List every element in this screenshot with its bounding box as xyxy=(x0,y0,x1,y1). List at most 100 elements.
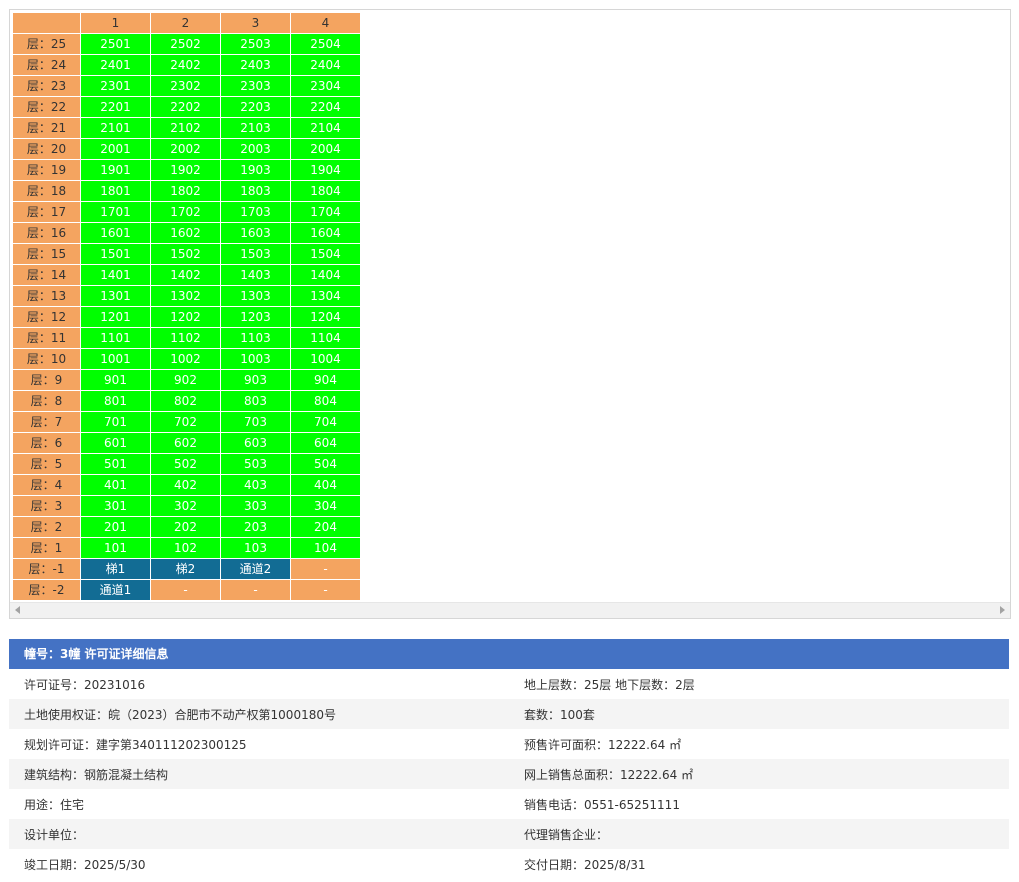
unit-cell[interactable]: 602 xyxy=(150,432,221,454)
unit-cell[interactable]: 204 xyxy=(290,516,361,538)
unit-cell[interactable]: 703 xyxy=(220,411,291,433)
unit-cell[interactable]: 401 xyxy=(80,474,151,496)
unit-cell[interactable]: 2001 xyxy=(80,138,151,160)
unit-cell[interactable]: 702 xyxy=(150,411,221,433)
unit-cell[interactable]: 通道1 xyxy=(80,579,151,601)
unit-cell[interactable]: 1603 xyxy=(220,222,291,244)
unit-cell[interactable]: 1102 xyxy=(150,327,221,349)
unit-cell[interactable]: 101 xyxy=(80,537,151,559)
unit-cell[interactable]: 1402 xyxy=(150,264,221,286)
unit-cell[interactable]: 604 xyxy=(290,432,361,454)
unit-cell[interactable]: 1801 xyxy=(80,180,151,202)
unit-cell[interactable]: 2501 xyxy=(80,33,151,55)
unit-cell[interactable]: 2401 xyxy=(80,54,151,76)
unit-cell[interactable]: 1604 xyxy=(290,222,361,244)
unit-cell[interactable]: 1701 xyxy=(80,201,151,223)
unit-cell[interactable]: 2502 xyxy=(150,33,221,55)
unit-cell[interactable]: 2004 xyxy=(290,138,361,160)
unit-cell[interactable]: 2102 xyxy=(150,117,221,139)
unit-cell[interactable]: 1403 xyxy=(220,264,291,286)
unit-cell[interactable]: 804 xyxy=(290,390,361,412)
unit-cell[interactable]: 2103 xyxy=(220,117,291,139)
unit-cell[interactable]: 802 xyxy=(150,390,221,412)
unit-cell[interactable]: 1003 xyxy=(220,348,291,370)
unit-cell[interactable]: 404 xyxy=(290,474,361,496)
unit-cell[interactable]: 403 xyxy=(220,474,291,496)
unit-cell[interactable]: 1902 xyxy=(150,159,221,181)
unit-cell[interactable]: 2204 xyxy=(290,96,361,118)
horizontal-scrollbar[interactable] xyxy=(10,602,1010,618)
unit-cell[interactable]: 1004 xyxy=(290,348,361,370)
unit-cell[interactable]: 2202 xyxy=(150,96,221,118)
unit-cell[interactable]: 701 xyxy=(80,411,151,433)
scroll-left-icon[interactable] xyxy=(15,606,20,614)
unit-cell[interactable]: 303 xyxy=(220,495,291,517)
unit-cell[interactable]: 503 xyxy=(220,453,291,475)
unit-cell[interactable]: 1101 xyxy=(80,327,151,349)
unit-cell[interactable]: 1804 xyxy=(290,180,361,202)
unit-cell[interactable]: 603 xyxy=(220,432,291,454)
unit-cell[interactable]: 1504 xyxy=(290,243,361,265)
unit-cell[interactable]: 2403 xyxy=(220,54,291,76)
unit-cell[interactable]: 1803 xyxy=(220,180,291,202)
unit-cell[interactable]: 202 xyxy=(150,516,221,538)
unit-cell[interactable]: 1304 xyxy=(290,285,361,307)
unit-cell[interactable]: 1203 xyxy=(220,306,291,328)
scroll-right-icon[interactable] xyxy=(1000,606,1005,614)
unit-cell[interactable]: 2104 xyxy=(290,117,361,139)
unit-cell[interactable]: 304 xyxy=(290,495,361,517)
unit-cell[interactable]: 502 xyxy=(150,453,221,475)
unit-cell[interactable]: 通道2 xyxy=(220,558,291,580)
unit-cell[interactable]: 梯1 xyxy=(80,558,151,580)
unit-cell[interactable]: 2201 xyxy=(80,96,151,118)
unit-cell[interactable]: 1904 xyxy=(290,159,361,181)
unit-cell[interactable]: 1001 xyxy=(80,348,151,370)
unit-cell[interactable]: 2301 xyxy=(80,75,151,97)
unit-cell[interactable]: 梯2 xyxy=(150,558,221,580)
unit-cell[interactable]: 2303 xyxy=(220,75,291,97)
unit-cell[interactable]: 1503 xyxy=(220,243,291,265)
unit-cell[interactable]: 302 xyxy=(150,495,221,517)
unit-cell[interactable]: 801 xyxy=(80,390,151,412)
unit-cell[interactable]: 501 xyxy=(80,453,151,475)
unit-cell[interactable]: 2003 xyxy=(220,138,291,160)
unit-cell[interactable]: 2101 xyxy=(80,117,151,139)
unit-cell[interactable]: 904 xyxy=(290,369,361,391)
unit-cell[interactable]: 102 xyxy=(150,537,221,559)
unit-cell[interactable]: 1201 xyxy=(80,306,151,328)
unit-cell[interactable]: 201 xyxy=(80,516,151,538)
unit-cell[interactable]: 504 xyxy=(290,453,361,475)
unit-cell[interactable]: 1903 xyxy=(220,159,291,181)
unit-cell[interactable]: 901 xyxy=(80,369,151,391)
unit-cell[interactable]: 704 xyxy=(290,411,361,433)
unit-cell[interactable]: 1104 xyxy=(290,327,361,349)
unit-cell[interactable]: 601 xyxy=(80,432,151,454)
unit-cell[interactable]: 1204 xyxy=(290,306,361,328)
unit-cell[interactable]: 402 xyxy=(150,474,221,496)
unit-cell[interactable]: 1901 xyxy=(80,159,151,181)
unit-cell[interactable]: 1302 xyxy=(150,285,221,307)
unit-cell[interactable]: 1002 xyxy=(150,348,221,370)
unit-cell[interactable]: 1301 xyxy=(80,285,151,307)
unit-cell[interactable]: 1704 xyxy=(290,201,361,223)
unit-cell[interactable]: 2402 xyxy=(150,54,221,76)
unit-cell[interactable]: 1202 xyxy=(150,306,221,328)
unit-cell[interactable]: 103 xyxy=(220,537,291,559)
unit-cell[interactable]: 2304 xyxy=(290,75,361,97)
unit-cell[interactable]: 203 xyxy=(220,516,291,538)
unit-cell[interactable]: 2504 xyxy=(290,33,361,55)
unit-cell[interactable]: 903 xyxy=(220,369,291,391)
unit-cell[interactable]: 2302 xyxy=(150,75,221,97)
unit-cell[interactable]: 2404 xyxy=(290,54,361,76)
unit-cell[interactable]: 1103 xyxy=(220,327,291,349)
unit-cell[interactable]: 301 xyxy=(80,495,151,517)
unit-cell[interactable]: 1502 xyxy=(150,243,221,265)
unit-cell[interactable]: 902 xyxy=(150,369,221,391)
unit-cell[interactable]: 1602 xyxy=(150,222,221,244)
unit-cell[interactable]: 104 xyxy=(290,537,361,559)
unit-cell[interactable]: 2203 xyxy=(220,96,291,118)
unit-cell[interactable]: 2503 xyxy=(220,33,291,55)
unit-cell[interactable]: 803 xyxy=(220,390,291,412)
unit-cell[interactable]: 1802 xyxy=(150,180,221,202)
unit-cell[interactable]: 2002 xyxy=(150,138,221,160)
